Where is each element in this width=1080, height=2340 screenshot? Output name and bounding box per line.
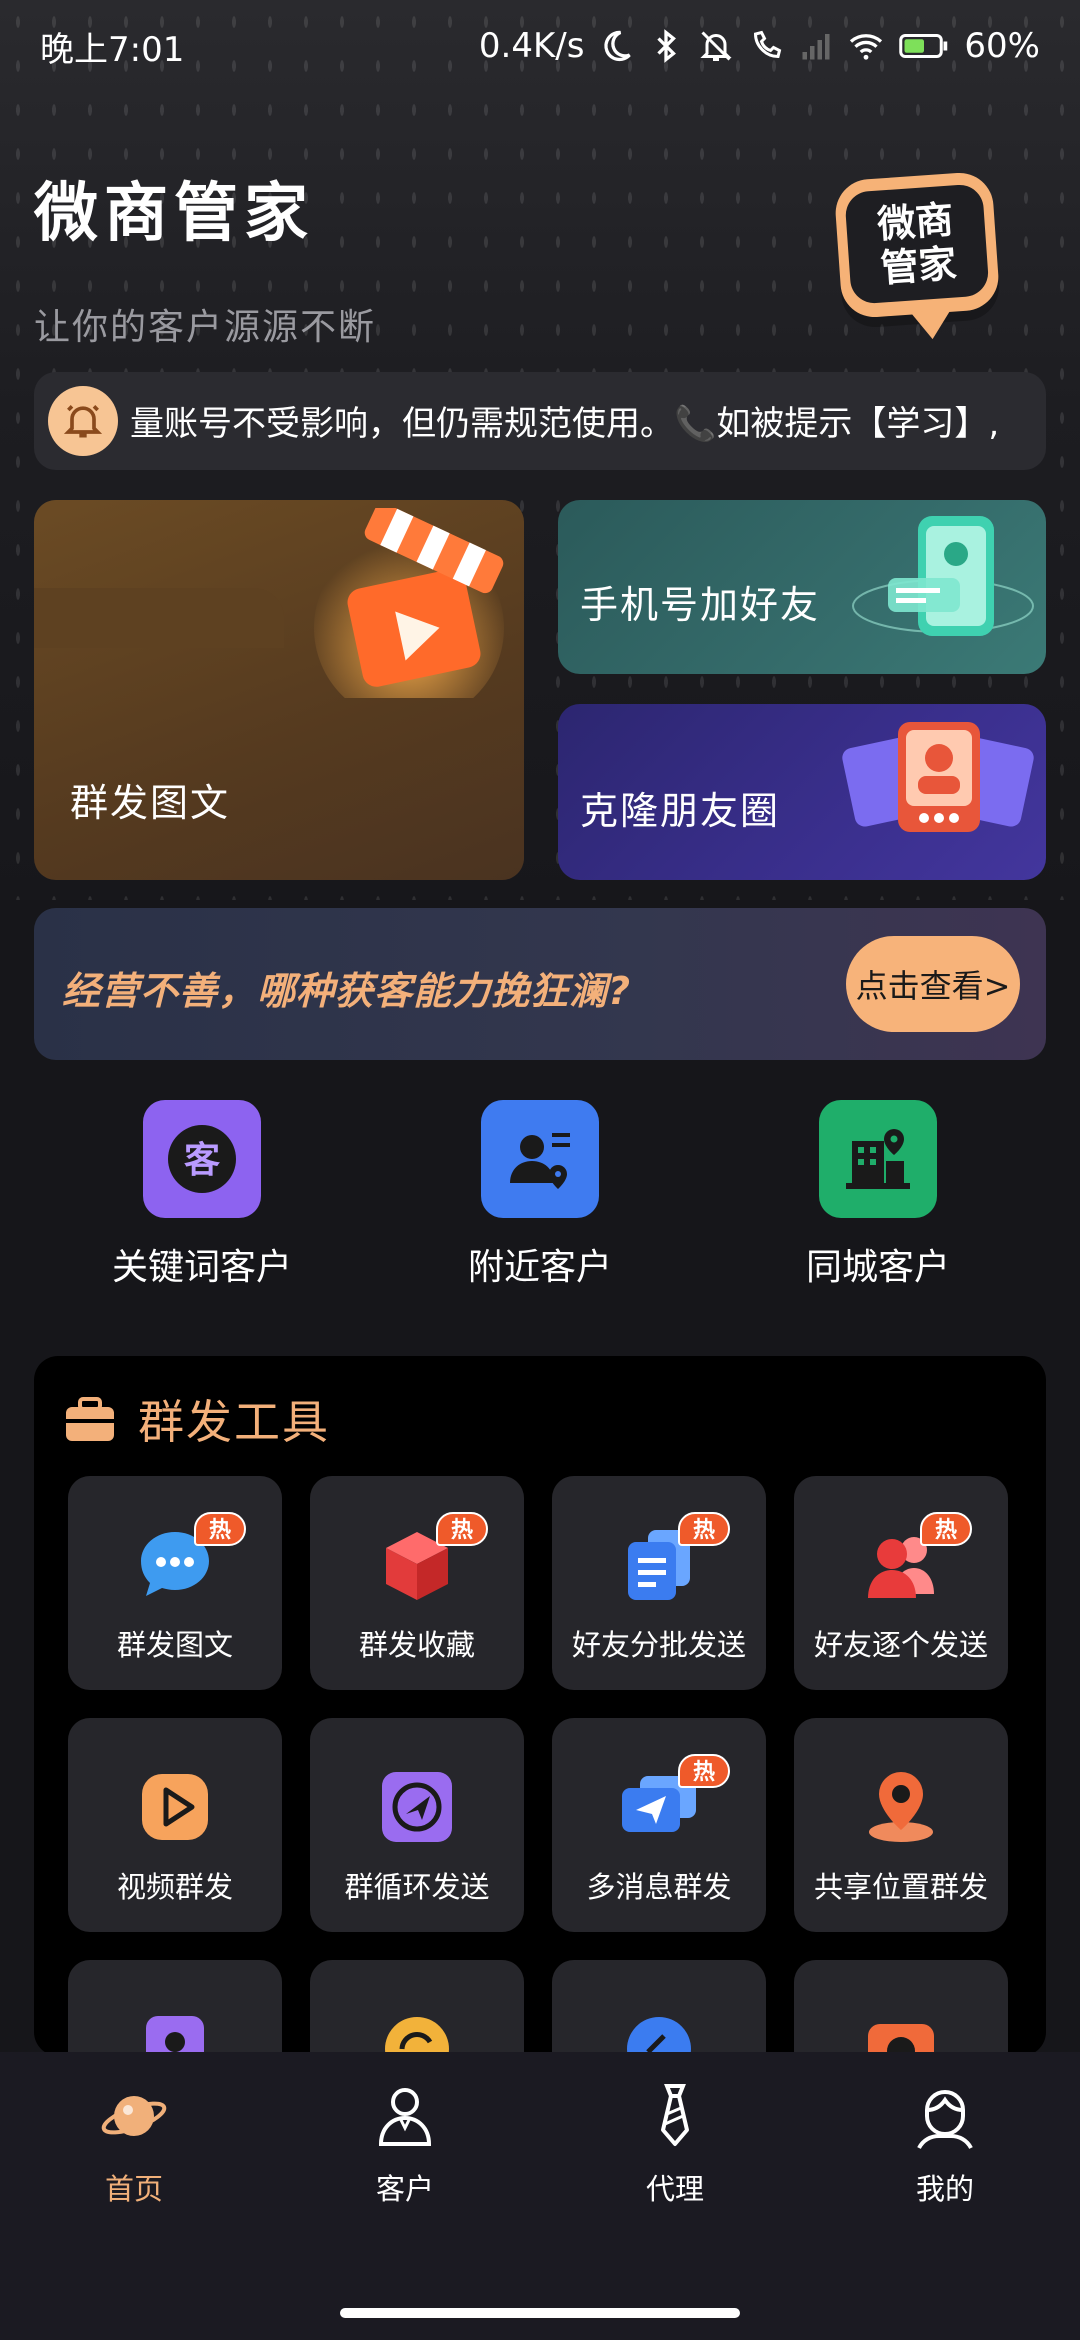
home-indicator[interactable] [340,2308,740,2318]
planet-icon [101,2096,167,2136]
tool-label: 群循环发送 [344,1870,490,1904]
hot-badge: 热 [678,1512,730,1546]
wifi-icon [850,34,883,60]
clone-moments-card[interactable]: 克隆朋友圈 [558,704,1046,880]
app-logo: 微商 管家 [833,170,1001,341]
tool-row3-2[interactable] [310,1960,524,2056]
same-city-customer-icon [819,1100,937,1218]
call-forward-icon [754,30,782,59]
tie-icon [661,2084,689,2146]
tool-row3-4[interactable] [794,1960,1008,2056]
promo-text: 经营不善，哪种获客能力挽狂澜? [62,969,632,1013]
nav-label: 我的 [915,2172,974,2206]
bell-icon [48,386,118,456]
mute-bell-icon [700,31,733,61]
same-city-customer-entry[interactable]: 同城客户 [748,1100,1008,1290]
refresh-icon [385,2017,449,2056]
tool-multi-message-send[interactable]: 热 多消息群发 [552,1718,766,1932]
hot-badge: 热 [920,1512,972,1546]
phone-icon [852,516,1034,636]
loop-send-icon [382,1772,452,1842]
tool-group-loop-send[interactable]: 群循环发送 [310,1718,524,1932]
promo-banner[interactable]: 经营不善，哪种获客能力挽狂澜? 点击查看> [34,908,1046,1060]
bluetooth-icon [657,29,677,63]
tool-label: 视频群发 [116,1870,233,1904]
clapperboard-icon [314,508,504,698]
tool-row3-1[interactable] [68,1960,282,2056]
clone-moments-label: 克隆朋友圈 [580,789,781,833]
tool-label: 共享位置群发 [813,1870,988,1904]
hot-badge: 热 [194,1512,246,1546]
tool-mass-favorites[interactable]: 热 群发收藏 [310,1476,524,1690]
bottom-nav: 首页 客户 代理 我的 [0,2052,1080,2340]
profile-icon [146,2016,204,2056]
nearby-customer-label: 附近客户 [467,1247,612,1288]
moon-icon [604,30,632,62]
mass-post-card[interactable]: 群发图文 [34,500,524,880]
nav-agent[interactable]: 代理 [575,2080,775,2208]
profile-cards-icon [842,722,1034,832]
tools-title: 群发工具 [138,1395,330,1449]
app-title: 微商管家 [34,177,314,251]
nav-mine[interactable]: 我的 [845,2080,1045,2208]
nav-customers[interactable]: 客户 [305,2080,505,2208]
notice-bar[interactable]: 量账号不受影响，但仍需规范使用。📞如被提示【学习】, [34,372,1046,470]
tool-row3-3[interactable] [552,1960,766,2056]
logo-text: 微商 管家 [844,183,990,305]
svg-text:客: 客 [184,1140,220,1181]
phone-add-friend-card[interactable]: 手机号加好友 [558,500,1046,674]
keyword-customer-label: 关键词客户 [111,1247,292,1288]
signal-icon [802,34,830,60]
status-bar: 晚上7:01 0.4K/s 60% [0,0,1080,92]
hot-badge: 热 [436,1512,488,1546]
notice-text: 量账号不受影响，但仍需规范使用。📞如被提示【学习】, [130,404,1000,444]
play-icon [142,1774,208,1840]
tool-one-by-one-send[interactable]: 热 好友逐个发送 [794,1476,1008,1690]
tool-label: 好友逐个发送 [813,1628,988,1662]
phone-add-friend-label: 手机号加好友 [580,583,821,627]
view-details-button[interactable]: 点击查看> [846,936,1020,1032]
tool-share-location-send[interactable]: 共享位置群发 [794,1718,1008,1932]
tool-label: 群发图文 [116,1628,233,1662]
location-pin-icon [869,1772,933,1842]
tool-label: 多消息群发 [586,1870,732,1904]
nav-home[interactable]: 首页 [34,2080,234,2208]
status-time: 晚上7:01 [40,29,185,70]
briefcase-icon [66,1397,114,1441]
profile-face-icon [917,2090,973,2150]
keyword-customer-icon: 客 [143,1100,261,1218]
keyword-customer-entry[interactable]: 客 关键词客户 [72,1100,332,1290]
tool-video-mass-send[interactable]: 视频群发 [68,1718,282,1932]
network-speed: 0.4K/s [478,26,585,66]
same-city-customer-label: 同城客户 [805,1247,950,1288]
nav-label: 代理 [645,2172,704,2206]
hot-badge: 热 [678,1754,730,1788]
battery-icon [899,34,948,58]
app-subtitle: 让你的客户源源不断 [34,307,377,348]
tool-mass-post[interactable]: 热 群发图文 [68,1476,282,1690]
nearby-customer-icon [481,1100,599,1218]
tool-batch-send[interactable]: 热 好友分批发送 [552,1476,766,1690]
mass-send-tools-panel: 群发工具 热 群发图文 热 群发收藏 热 好友分批发送 热 好友逐个发送 视频群… [34,1356,1046,2056]
tool-label: 好友分批发送 [571,1628,746,1662]
nav-label: 客户 [375,2172,434,2206]
camera-icon [868,2024,934,2056]
nav-label: 首页 [104,2172,163,2206]
tool-label: 群发收藏 [358,1628,475,1662]
nearby-customer-entry[interactable]: 附近客户 [410,1100,670,1290]
link-icon [627,2017,691,2056]
mass-post-label: 群发图文 [70,781,231,825]
battery-percent: 60% [964,26,1040,66]
person-icon [378,2088,432,2146]
